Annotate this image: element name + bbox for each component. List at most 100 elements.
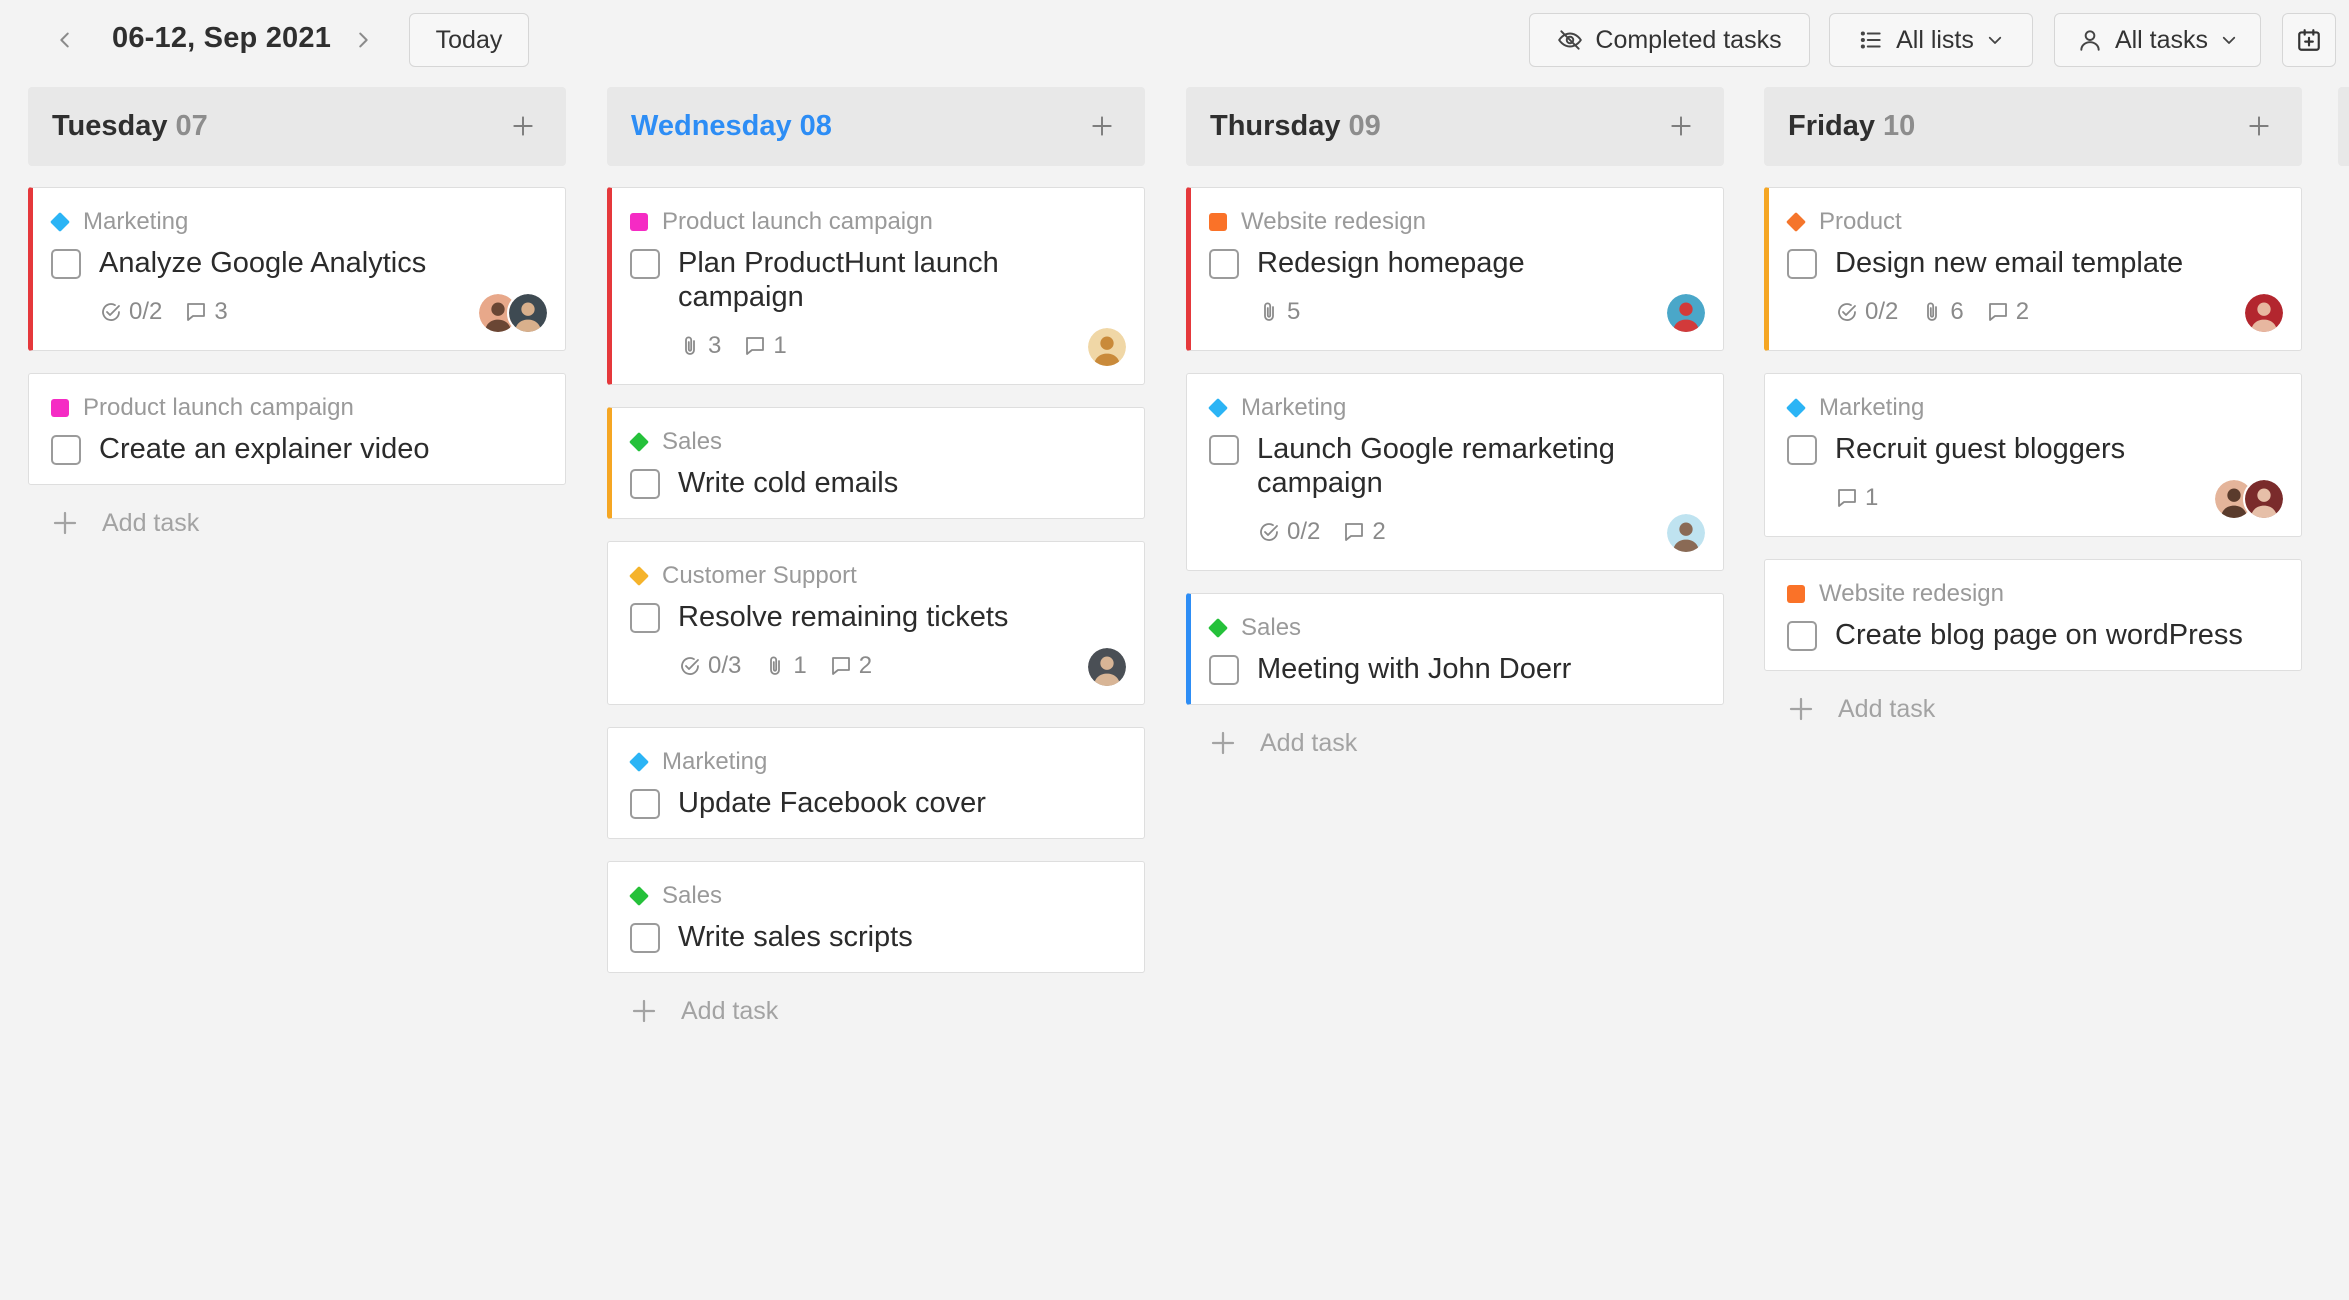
task-checkbox[interactable] [1787,249,1817,279]
task-card[interactable]: Customer Support Resolve remaining ticket… [607,541,1145,705]
plus-icon [1789,697,1813,721]
day-number: 10 [1883,110,1916,142]
task-checkbox[interactable] [630,469,660,499]
assignees [2213,478,2285,520]
plus-icon [1671,116,1691,136]
task-card[interactable]: Product Design new email template 0/2 6 2 [1764,187,2302,351]
today-button[interactable]: Today [409,13,529,67]
task-list-name: Product [1819,208,1902,235]
day-number: 09 [1348,110,1381,142]
date-range: 06-12, Sep 2021 [112,22,332,54]
completed-tasks-label: Completed tasks [1595,25,1782,54]
add-task-to-day-button[interactable] [2242,109,2276,143]
avatar[interactable] [1086,326,1128,368]
toolbar: 06-12, Sep 2021 Today Completed tasks Al… [0,0,2349,80]
previous-week-button[interactable] [45,18,85,62]
task-card[interactable]: Sales Meeting with John Doerr [1186,593,1724,705]
task-card[interactable]: Marketing Update Facebook cover [607,727,1145,839]
task-card[interactable]: Sales Write sales scripts [607,861,1145,973]
add-to-calendar-button[interactable] [2282,13,2336,67]
comment-count: 2 [1342,518,1386,546]
avatar[interactable] [1665,292,1707,334]
calendar-add-icon [2298,29,2320,51]
task-checkbox[interactable] [1209,435,1239,465]
task-title: Design new email template [1835,247,2184,279]
next-week-button[interactable] [343,18,383,62]
list-color-diamond-icon [1786,212,1806,232]
task-title: Write sales scripts [678,921,913,953]
task-checkbox[interactable] [630,789,660,819]
task-checkbox[interactable] [630,249,660,279]
avatar[interactable] [2243,292,2285,334]
completed-tasks-button[interactable]: Completed tasks [1529,13,1810,67]
add-task-label: Add task [681,996,779,1025]
add-task-button[interactable]: Add task [607,991,1145,1031]
task-list-name: Customer Support [662,562,857,589]
subtask-count: 0/3 [678,652,741,680]
list-color-diamond-icon [1208,398,1228,418]
chevron-right-icon [359,32,368,48]
task-checkbox[interactable] [51,435,81,465]
day-name: Friday [1788,110,1876,142]
task-list-tag: Product [1786,208,2281,236]
subtask-count: 0/2 [1257,518,1320,546]
task-card[interactable]: Website redesign Create blog page on word… [1764,559,2302,671]
task-meta: 0/2 2 [1257,512,1707,554]
paperclip-icon [1927,302,1938,321]
add-task-to-day-button[interactable] [506,109,540,143]
assignees [1086,646,1128,688]
day-column-wednesday: Wednesday 08 Product launch campaign Plan P… [607,87,1145,1031]
task-list: Website redesign Redesign homepage 5 Market… [1186,187,1724,705]
subtask-check-icon [1838,303,1856,321]
task-list-tag: Customer Support [629,562,1124,590]
all-tasks-dropdown[interactable]: All tasks [2054,13,2261,67]
task-card[interactable]: Product launch campaign Create an explain… [28,373,566,485]
all-tasks-label: All tasks [2114,25,2209,54]
task-checkbox[interactable] [1209,249,1239,279]
add-task-button[interactable]: Add task [1186,723,1724,763]
add-task-button[interactable]: Add task [28,503,566,543]
task-list-tag: Product launch campaign [630,208,1124,236]
assignees [477,292,549,334]
avatar[interactable] [2243,478,2285,520]
task-title: Recruit guest bloggers [1835,433,2126,465]
comment-icon [1988,303,2007,321]
task-checkbox[interactable] [51,249,81,279]
task-list-name: Sales [1241,614,1302,641]
task-card[interactable]: Marketing Analyze Google Analytics 0/2 3 [28,187,566,351]
task-meta: 0/3 1 2 [678,646,1128,688]
task-meta: 1 [1835,478,2285,520]
task-title: Update Facebook cover [678,787,986,819]
comment-icon [746,337,765,355]
avatar[interactable] [1086,646,1128,688]
task-card[interactable]: Sales Write cold emails [607,407,1145,519]
task-card[interactable]: Product launch campaign Plan ProductHunt … [607,187,1145,385]
task-checkbox[interactable] [1787,435,1817,465]
task-checkbox[interactable] [1209,655,1239,685]
day-header: Wednesday 08 [607,87,1145,166]
add-task-to-day-button[interactable] [1664,109,1698,143]
add-task-to-day-button[interactable] [1085,109,1119,143]
task-card[interactable]: Marketing Launch Google remarketing campa… [1186,373,1724,571]
list-color-diamond-icon [1208,618,1228,638]
task-card[interactable]: Marketing Recruit guest bloggers 1 [1764,373,2302,537]
chevron-left-icon [60,32,69,48]
task-checkbox[interactable] [630,923,660,953]
task-title: Plan ProductHunt launch campaign [678,247,999,313]
day-name: Wednesday [631,110,792,142]
task-list-tag: Sales [629,428,1124,456]
add-task-button[interactable]: Add task [1764,689,2302,729]
avatar[interactable] [1665,512,1707,554]
task-list-tag: Marketing [629,748,1124,776]
task-checkbox[interactable] [630,603,660,633]
task-checkbox[interactable] [1787,621,1817,651]
task-meta: 31 [678,326,1128,368]
avatar[interactable] [507,292,549,334]
task-card[interactable]: Website redesign Redesign homepage 5 [1186,187,1724,351]
chevron-down-icon [2222,36,2236,44]
list-color-square-icon [1787,585,1805,603]
task-list-name: Website redesign [1819,580,2004,607]
all-lists-dropdown[interactable]: All lists [1829,13,2033,67]
plus-icon [53,511,77,535]
comment-icon [1345,523,1364,541]
